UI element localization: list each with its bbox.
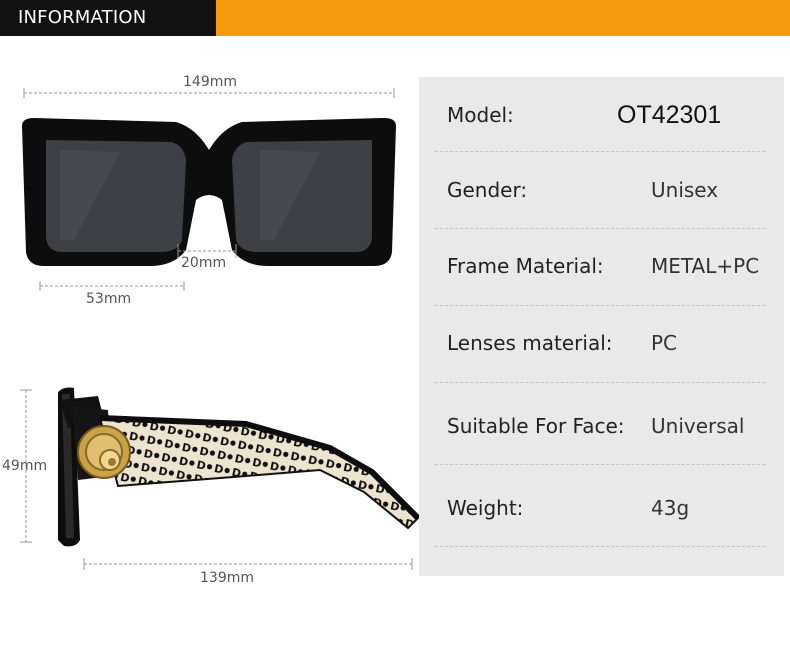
- spec-label-face: Suitable For Face:: [447, 414, 625, 438]
- header: INFORMATION: [0, 0, 790, 36]
- spec-row-model: Model: OT42301: [419, 77, 784, 154]
- spec-row-weight: Weight: 43g: [419, 470, 784, 547]
- dim-lens-width-label: 53mm: [86, 291, 132, 307]
- spec-value-gender: Unisex: [651, 178, 719, 202]
- spec-label-frame-material: Frame Material:: [447, 254, 604, 278]
- spec-panel: Model: OT42301 Gender: Unisex Frame Mate…: [419, 77, 784, 576]
- spec-value-face: Universal: [651, 414, 745, 438]
- spec-value-frame-material: METAL+PC: [651, 254, 760, 278]
- spec-label-gender: Gender:: [447, 178, 528, 202]
- spec-row-lenses-material: Lenses material: PC: [419, 305, 784, 382]
- sunglasses-side-view: [58, 387, 421, 547]
- spec-row-gender: Gender: Unisex: [419, 152, 784, 229]
- dim-total-width-label: 149mm: [183, 74, 237, 90]
- spec-value-model: OT42301: [617, 101, 722, 129]
- spec-value-weight: 43g: [651, 496, 690, 520]
- spec-value-lenses-material: PC: [651, 331, 678, 355]
- spec-divider: [435, 464, 765, 465]
- product-figure: D: [0, 36, 421, 641]
- sunglasses-front-view: [22, 118, 396, 266]
- spec-label-weight: Weight:: [447, 496, 524, 520]
- dimension-diagram: D: [20, 88, 421, 570]
- header-accent-bar: [216, 0, 790, 36]
- dim-temple-length-label: 139mm: [200, 570, 254, 586]
- dim-bridge-label: 20mm: [181, 255, 227, 271]
- spec-row-face: Suitable For Face: Universal: [419, 388, 784, 465]
- spec-divider: [435, 546, 765, 547]
- dim-lens-height-label: 49mm: [2, 458, 48, 474]
- spec-divider: [435, 382, 765, 383]
- spec-label-lenses-material: Lenses material:: [447, 331, 613, 355]
- spec-label-model: Model:: [447, 103, 514, 127]
- header-title: INFORMATION: [0, 0, 216, 36]
- spec-row-frame-material: Frame Material: METAL+PC: [419, 228, 784, 305]
